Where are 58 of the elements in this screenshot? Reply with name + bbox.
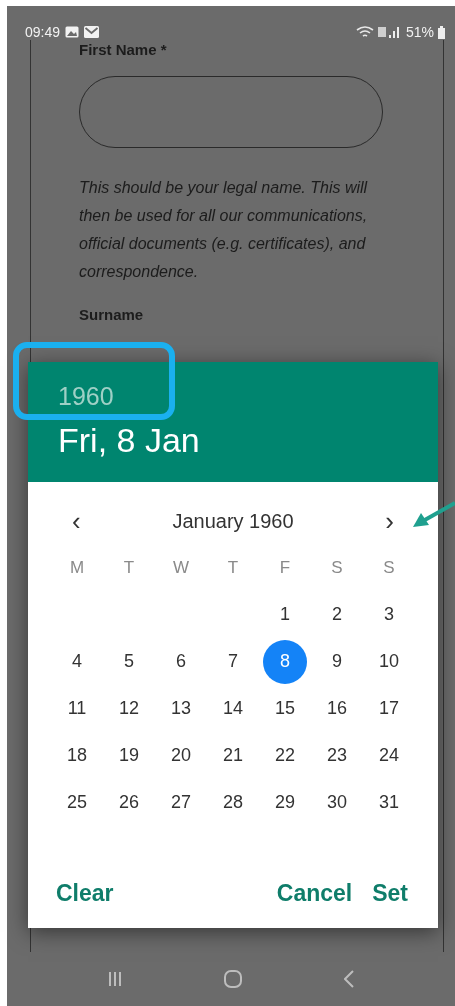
weekday-label: S xyxy=(330,557,344,579)
calendar-day[interactable]: 20 xyxy=(159,733,203,778)
calendar-day[interactable]: 8 xyxy=(263,639,307,684)
calendar-day[interactable]: 7 xyxy=(211,639,255,684)
battery-percent: 51% xyxy=(405,24,434,40)
month-title: January 1960 xyxy=(172,509,294,533)
dialog-button[interactable]: Clear xyxy=(46,875,124,911)
previous-month-button[interactable]: ‹ xyxy=(68,505,85,537)
calendar-day[interactable]: 28 xyxy=(211,780,255,825)
next-month-button[interactable]: › xyxy=(381,505,398,537)
weekday-label: F xyxy=(278,557,292,579)
back-icon[interactable] xyxy=(344,970,354,988)
calendar-day[interactable]: 29 xyxy=(263,780,307,825)
battery-icon xyxy=(438,25,445,39)
weekday-label: T xyxy=(122,557,136,579)
recent-apps-icon[interactable] xyxy=(108,971,122,987)
weekday-label: S xyxy=(382,557,396,579)
calendar-day[interactable]: 13 xyxy=(159,686,203,731)
calendar-day[interactable]: 15 xyxy=(263,686,307,731)
selected-date: Fri, 8 Jan xyxy=(58,421,201,460)
signal-icon xyxy=(377,25,402,39)
image-icon xyxy=(65,26,80,38)
wifi-icon xyxy=(355,25,374,39)
calendar-day[interactable]: 27 xyxy=(159,780,203,825)
first-name-label: First Name * xyxy=(79,42,168,58)
status-time: 09:49 xyxy=(25,24,61,40)
calendar-day[interactable]: 26 xyxy=(107,780,151,825)
calendar-day[interactable]: 21 xyxy=(211,733,255,778)
calendar-day[interactable]: 17 xyxy=(367,686,411,731)
weekday-label: W xyxy=(171,557,190,579)
calendar-day[interactable]: 6 xyxy=(159,639,203,684)
mail-icon xyxy=(84,26,100,38)
calendar-day[interactable]: 12 xyxy=(107,686,151,731)
surname-label: Surname xyxy=(79,306,145,323)
calendar-day[interactable]: 9 xyxy=(315,639,359,684)
calendar-day[interactable]: 5 xyxy=(107,639,151,684)
calendar-day[interactable]: 1 xyxy=(263,592,307,637)
dialog-button[interactable]: Set xyxy=(362,875,418,911)
calendar-day[interactable]: 16 xyxy=(315,686,359,731)
calendar-day[interactable]: 23 xyxy=(315,733,359,778)
calendar-day[interactable]: 24 xyxy=(367,733,411,778)
home-icon[interactable] xyxy=(224,970,242,988)
calendar-day[interactable]: 31 xyxy=(367,780,411,825)
calendar-day[interactable]: 10 xyxy=(367,639,411,684)
weekday-label: M xyxy=(68,557,86,579)
calendar-day[interactable]: 3 xyxy=(367,592,411,637)
calendar-day[interactable]: 30 xyxy=(315,780,359,825)
calendar-day[interactable]: 4 xyxy=(55,639,99,684)
calendar-day[interactable]: 19 xyxy=(107,733,151,778)
legal-name-hint: This should be your legal name. This will then be used for all our communications, official documents (e.g. certificates), and correspondence. xyxy=(79,178,369,282)
calendar-day[interactable]: 22 xyxy=(263,733,307,778)
calendar-day[interactable]: 11 xyxy=(55,686,99,731)
calendar-day[interactable]: 2 xyxy=(315,592,359,637)
calendar-day[interactable]: 18 xyxy=(55,733,99,778)
calendar-day[interactable]: 25 xyxy=(55,780,99,825)
weekday-label: T xyxy=(226,557,240,579)
calendar-day[interactable]: 14 xyxy=(211,686,255,731)
dialog-button[interactable]: Cancel xyxy=(266,875,363,911)
